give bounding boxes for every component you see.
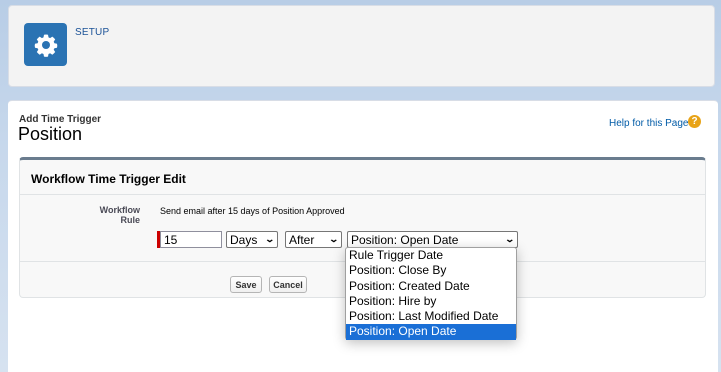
- save-button[interactable]: Save: [230, 276, 262, 293]
- unit-select-value: Days: [230, 232, 258, 247]
- direction-select[interactable]: After ⌄: [285, 231, 342, 248]
- unit-select[interactable]: Days ⌄: [226, 231, 278, 248]
- help-link[interactable]: Help for this Page: [609, 118, 689, 129]
- section-title: Workflow Time Trigger Edit: [31, 172, 186, 186]
- chevron-down-icon: ⌄: [264, 234, 276, 244]
- section-header: Workflow Time Trigger Edit: [20, 160, 705, 195]
- chevron-down-icon: ⌄: [328, 234, 340, 244]
- chevron-down-icon: ⌄: [504, 234, 516, 244]
- direction-select-value: After: [289, 232, 315, 247]
- setup-tile[interactable]: [24, 23, 67, 66]
- dropdown-option[interactable]: Rule Trigger Date: [346, 248, 516, 263]
- time-number-input[interactable]: [160, 231, 222, 248]
- gear-icon: [34, 34, 57, 57]
- dropdown-option-selected[interactable]: Position: Open Date: [346, 324, 516, 340]
- date-field-select-value: Position: Open Date: [351, 232, 459, 247]
- date-field-dropdown: Rule Trigger Date Position: Close By Pos…: [345, 247, 517, 340]
- dropdown-option[interactable]: Position: Created Date: [346, 279, 516, 294]
- workflow-rule-text: Send email after 15 days of Position App…: [160, 206, 345, 216]
- dropdown-option[interactable]: Position: Last Modified Date: [346, 309, 516, 324]
- workflow-rule-label: Workflow Rule: [99, 205, 140, 225]
- date-field-select[interactable]: Position: Open Date ⌄: [347, 231, 518, 248]
- setup-header: SETUP: [8, 5, 715, 87]
- question-icon[interactable]: ?: [688, 115, 701, 128]
- setup-label[interactable]: SETUP: [75, 27, 109, 38]
- cancel-button[interactable]: Cancel: [269, 276, 307, 293]
- dropdown-option[interactable]: Position: Close By: [346, 263, 516, 278]
- page-title: Position: [18, 124, 83, 144]
- dropdown-option[interactable]: Position: Hire by: [346, 294, 516, 309]
